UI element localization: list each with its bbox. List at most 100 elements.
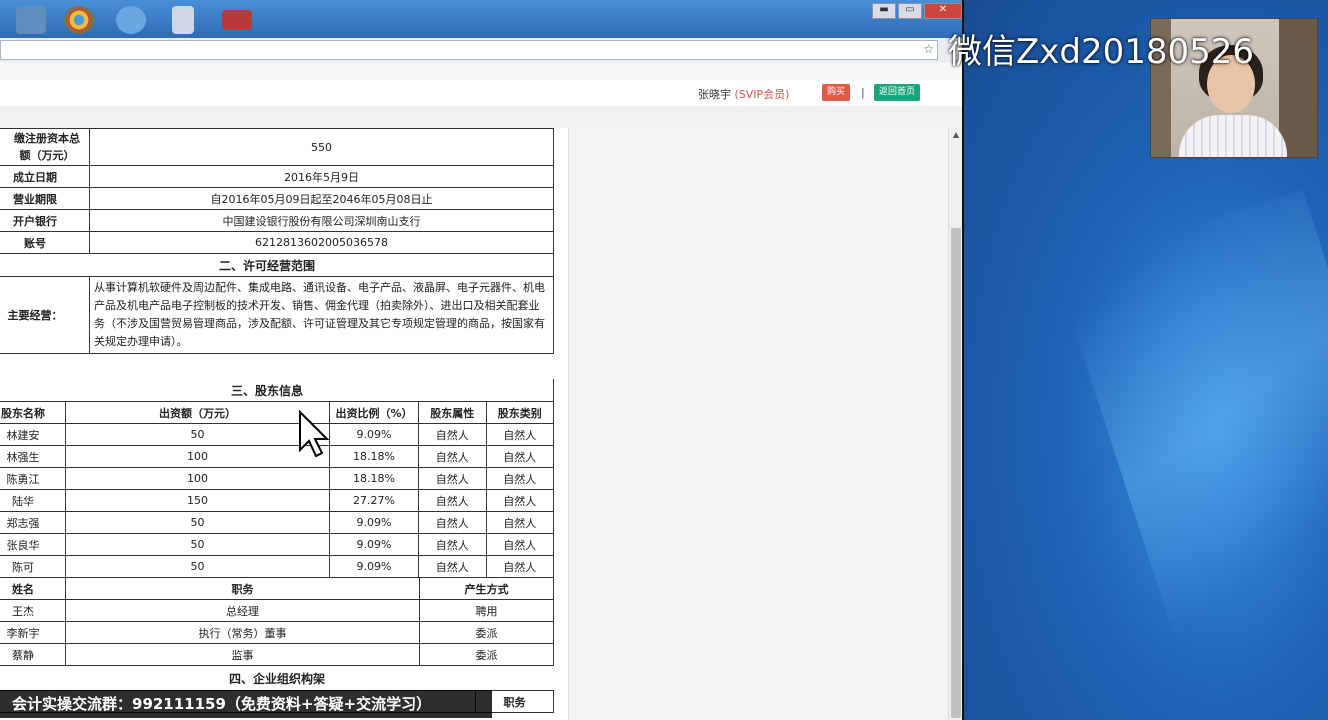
table-cell: 27.27% [329, 489, 419, 512]
watermark-text: 微信Zxd20180526 [948, 32, 1255, 72]
scope-section-title: 二、许可经营范围 [0, 253, 554, 277]
table-row: 二、许可经营范围 [0, 253, 554, 277]
table-cell: 150 [65, 489, 330, 512]
column-header: 产生方式 [419, 577, 554, 600]
table-cell: 50 [65, 423, 330, 446]
table-cell: 自然人 [485, 467, 554, 490]
table-cell: 自然人 [418, 511, 487, 534]
table-cell: 自然人 [485, 555, 554, 578]
table-cell: 50 [65, 533, 330, 556]
column-header: 股东属性 [418, 401, 487, 424]
table-cell: 委派 [419, 621, 554, 644]
table-cell: 张良华 [0, 533, 66, 556]
table-cell: 监事 [65, 643, 420, 666]
bookmark-star-icon[interactable]: ☆ [923, 42, 934, 56]
bank-value: 中国建设银行股份有限公司深圳南山支行 [89, 209, 554, 232]
company-info-table: 缴注册资本总额（万元） 550 成立日期 2016年5月9日 营业期限 自201… [0, 128, 554, 354]
taskbar-app-icon[interactable] [16, 6, 46, 34]
table-cell: 自然人 [418, 489, 487, 512]
address-input[interactable] [0, 40, 938, 60]
close-button[interactable]: ✕ [924, 3, 962, 19]
address-bar-row: ☆ [0, 38, 964, 63]
account-label: 账号 [0, 231, 90, 254]
column-header: 股东名称 [0, 401, 66, 424]
table-cell: 陈勇江 [0, 467, 66, 490]
table-row: 营业期限 自2016年05月09日起至2046年05月08日止 [0, 187, 554, 210]
table-cell: 林建安 [0, 423, 66, 446]
table-cell: 9.09% [329, 423, 419, 446]
table-cell: 50 [65, 555, 330, 578]
org-section-title: 四、企业组织构架 [228, 672, 325, 686]
table-cell: 自然人 [485, 533, 554, 556]
buy-button[interactable]: 购买 [822, 84, 851, 101]
table-cell: 聘用 [419, 599, 554, 622]
table-row: 缴注册资本总额（万元） 550 [0, 128, 554, 166]
content-top-strip [0, 106, 962, 128]
table-cell: 执行（常务）董事 [65, 621, 420, 644]
table-cell: 自然人 [418, 423, 487, 446]
chrome-icon[interactable] [64, 6, 94, 34]
scroll-thumb[interactable] [951, 228, 961, 718]
webcam-shelf-right [1279, 19, 1317, 157]
bank-label: 开户银行 [0, 209, 90, 232]
registered-capital-label: 缴注册资本总额（万元） [0, 128, 90, 166]
media-icon[interactable] [222, 10, 252, 30]
webcam-presenter-body [1179, 115, 1287, 157]
table-row: 张良华 50 9.09% 自然人 自然人 [0, 533, 554, 556]
vertical-scrollbar[interactable]: ▲ [948, 128, 963, 720]
table-cell: 100 [65, 445, 330, 468]
table-row: 郑志强 50 9.09% 自然人 自然人 [0, 511, 554, 534]
browser-toolbar [0, 62, 964, 80]
table-row: 账号 6212813602005036578 [0, 231, 554, 254]
business-term-label: 营业期限 [0, 187, 90, 210]
restore-button[interactable]: ▭ [898, 3, 922, 19]
table-row: 蔡静 监事 委派 [0, 643, 554, 666]
business-term-value: 自2016年05月09日起至2046年05月08日止 [89, 187, 554, 210]
header-separator: | [861, 86, 865, 99]
table-row: 李新宇 执行（常务）董事 委派 [0, 621, 554, 644]
table-cell: 郑志强 [0, 511, 66, 534]
table-cell: 自然人 [485, 423, 554, 446]
user-name: 张晓宇 [698, 88, 731, 101]
table-cell: 总经理 [65, 599, 420, 622]
table-row: 陈勇江 100 18.18% 自然人 自然人 [0, 467, 554, 490]
main-business-label: 主要经营： [0, 276, 90, 354]
ie-icon[interactable] [116, 6, 146, 34]
established-date-value: 2016年5月9日 [89, 165, 554, 188]
table-row: 林强生 100 18.18% 自然人 自然人 [0, 445, 554, 468]
scroll-up-arrow-icon[interactable]: ▲ [949, 128, 963, 142]
column-header: 出资额（万元） [65, 401, 330, 424]
table-cell: 100 [65, 467, 330, 490]
column-header: 出资比例（%） [329, 401, 419, 424]
shareholders-table: 三、股东信息 股东名称 出资额（万元） 出资比例（%） 股东属性 股东类别 林建… [0, 379, 554, 578]
table-cell: 自然人 [485, 489, 554, 512]
column-header: 职务 [65, 577, 420, 600]
document-icon[interactable] [172, 6, 194, 34]
window-controls: ▬ ▭ ✕ [872, 3, 962, 19]
main-business-text: 从事计算机软硬件及周边配件、集成电路、通讯设备、电子产品、液晶屏、电子元器件、机… [89, 276, 554, 354]
table-cell: 陆华 [0, 489, 66, 512]
officers-table: 姓名 职务 产生方式 王杰 总经理 聘用 李新宇 执行（常务）董事 委派 蔡静 … [0, 577, 554, 666]
table-row: 主要经营： 从事计算机软硬件及周边配件、集成电路、通讯设备、电子产品、液晶屏、电… [0, 276, 554, 354]
table-cell: 林强生 [0, 445, 66, 468]
table-header-row: 股东名称 出资额（万元） 出资比例（%） 股东属性 股东类别 [0, 401, 554, 424]
table-cell: 自然人 [485, 511, 554, 534]
table-header-row: 姓名 职务 产生方式 [0, 577, 554, 600]
table-row: 陈可 50 9.09% 自然人 自然人 [0, 555, 554, 578]
table-cell: 王杰 [0, 599, 66, 622]
table-cell: 9.09% [329, 533, 419, 556]
minimize-button[interactable]: ▬ [872, 3, 896, 19]
vip-badge: (SVIP会员) [734, 88, 790, 101]
table-cell: 自然人 [418, 555, 487, 578]
taskbar: ▬ ▭ ✕ [0, 0, 964, 38]
home-button[interactable]: 返回首页 [874, 84, 921, 101]
table-cell: 蔡静 [0, 643, 66, 666]
table-cell: 自然人 [418, 467, 487, 490]
shareholders-section-title: 三、股东信息 [0, 379, 554, 402]
video-caption: 会计实操交流群：992111159（免费资料+答疑+交流学习） [0, 690, 492, 718]
table-row: 王杰 总经理 聘用 [0, 599, 554, 622]
table-row: 成立日期 2016年5月9日 [0, 165, 554, 188]
column-header: 姓名 [0, 577, 66, 600]
table-cell: 9.09% [329, 511, 419, 534]
table-cell: 18.18% [329, 445, 419, 468]
